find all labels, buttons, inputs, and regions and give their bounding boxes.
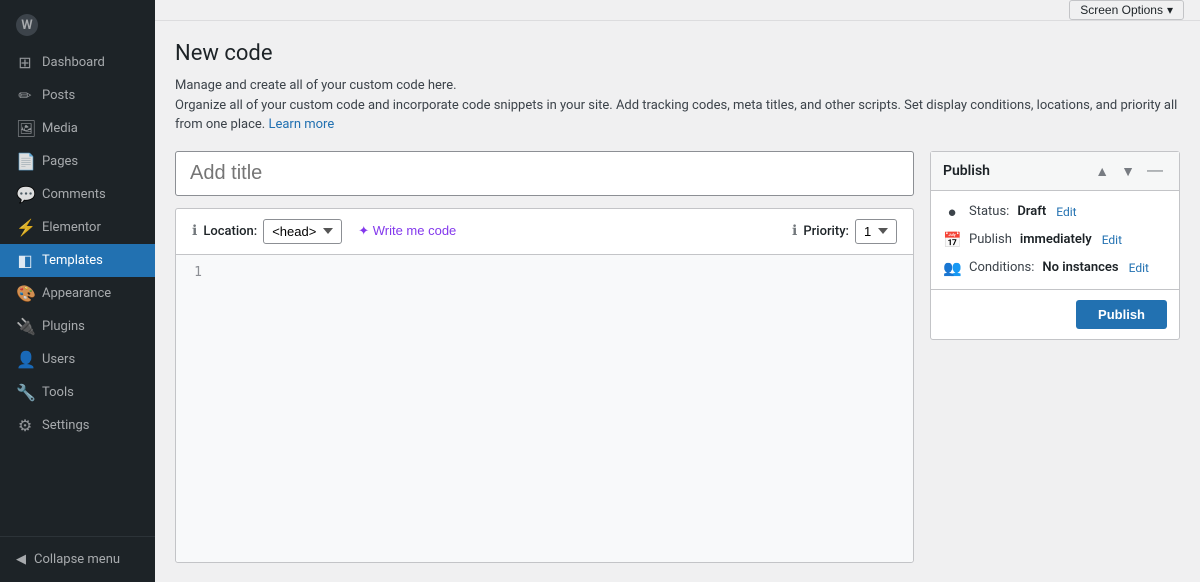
publish-collapse-down-button[interactable]: ▼ bbox=[1117, 160, 1139, 182]
media-icon: 🖼 bbox=[16, 119, 34, 138]
sidebar-nav: ⊞ Dashboard ✏ Posts 🖼 Media 📄 Pages 💬 Co… bbox=[0, 46, 155, 536]
sidebar-item-label: Plugins bbox=[42, 319, 85, 334]
publish-status-row: ● Status: Draft Edit bbox=[943, 203, 1167, 221]
sidebar-item-plugins[interactable]: 🔌 Plugins bbox=[0, 310, 155, 343]
appearance-icon: 🎨 bbox=[16, 284, 34, 303]
page-description: Manage and create all of your custom cod… bbox=[175, 76, 1180, 135]
screen-options-button[interactable]: Screen Options ▾ bbox=[1069, 0, 1184, 20]
learn-more-link[interactable]: Learn more bbox=[268, 117, 334, 132]
publish-button[interactable]: Publish bbox=[1076, 300, 1167, 329]
sidebar-item-label: Tools bbox=[42, 385, 74, 400]
plugins-icon: 🔌 bbox=[16, 317, 34, 336]
collapse-icon: ◀ bbox=[16, 552, 26, 567]
location-info-icon: ℹ bbox=[192, 223, 197, 239]
publish-time-value: immediately bbox=[1020, 232, 1092, 247]
sidebar-item-comments[interactable]: 💬 Comments bbox=[0, 178, 155, 211]
publish-header-icons: ▲ ▼ — bbox=[1091, 160, 1167, 182]
publish-footer: Publish bbox=[931, 289, 1179, 339]
sidebar-item-tools[interactable]: 🔧 Tools bbox=[0, 376, 155, 409]
screen-options-label: Screen Options bbox=[1080, 3, 1163, 17]
conditions-icon: 👥 bbox=[943, 259, 961, 277]
page-title: New code bbox=[175, 41, 1180, 66]
sidebar: W ⊞ Dashboard ✏ Posts 🖼 Media 📄 Pages 💬 … bbox=[0, 0, 155, 582]
editor-layout: ℹ Location: <head> <body> footer ✦ Write… bbox=[175, 151, 1180, 563]
sidebar-item-label: Templates bbox=[42, 253, 103, 268]
dashboard-icon: ⊞ bbox=[16, 53, 34, 72]
status-value: Draft bbox=[1017, 204, 1046, 219]
sidebar-item-appearance[interactable]: 🎨 Appearance bbox=[0, 277, 155, 310]
status-label: Status: bbox=[969, 204, 1009, 219]
location-label: Location: bbox=[203, 224, 257, 239]
templates-icon: ◧ bbox=[16, 251, 34, 270]
publish-box: Publish ▲ ▼ — ● Status: Draft bbox=[930, 151, 1180, 340]
topbar: Screen Options ▾ bbox=[155, 0, 1200, 21]
location-group: ℹ Location: <head> <body> footer bbox=[192, 219, 342, 244]
sidebar-item-label: Media bbox=[42, 121, 78, 136]
write-ai-button[interactable]: ✦ Write me code bbox=[358, 223, 456, 239]
sidebar-item-media[interactable]: 🖼 Media bbox=[0, 112, 155, 145]
publish-header: Publish ▲ ▼ — bbox=[931, 152, 1179, 191]
wordpress-icon: W bbox=[16, 14, 38, 36]
users-icon: 👤 bbox=[16, 350, 34, 369]
screen-options-arrow-icon: ▾ bbox=[1167, 3, 1173, 17]
publish-time-row: 📅 Publish immediately Edit bbox=[943, 231, 1167, 249]
sidebar-item-label: Pages bbox=[42, 154, 78, 169]
priority-group: ℹ Priority: 1 2 3 4 5 bbox=[792, 219, 897, 244]
sidebar-item-settings[interactable]: ⚙ Settings bbox=[0, 409, 155, 442]
calendar-icon: 📅 bbox=[943, 231, 961, 249]
code-editor-area: 1 bbox=[176, 255, 913, 562]
priority-info-icon: ℹ bbox=[792, 223, 797, 239]
publish-conditions-row: 👥 Conditions: No instances Edit bbox=[943, 259, 1167, 277]
publish-collapse-up-button[interactable]: ▲ bbox=[1091, 160, 1113, 182]
code-panel: ℹ Location: <head> <body> footer ✦ Write… bbox=[175, 208, 914, 563]
sidebar-item-pages[interactable]: 📄 Pages bbox=[0, 145, 155, 178]
sidebar-item-templates[interactable]: ◧ Templates bbox=[0, 244, 155, 277]
conditions-label: Conditions: bbox=[969, 260, 1034, 275]
sidebar-item-users[interactable]: 👤 Users bbox=[0, 343, 155, 376]
page-description-line2: Organize all of your custom code and inc… bbox=[175, 96, 1180, 135]
publish-sidebar: Publish ▲ ▼ — ● Status: Draft bbox=[930, 151, 1180, 340]
code-textarea[interactable] bbox=[212, 263, 905, 554]
tools-icon: 🔧 bbox=[16, 383, 34, 402]
collapse-menu-button[interactable]: ◀ Collapse menu bbox=[16, 547, 139, 572]
main-area: Screen Options ▾ New code Manage and cre… bbox=[155, 0, 1200, 582]
pages-icon: 📄 bbox=[16, 152, 34, 171]
conditions-value: No instances bbox=[1042, 260, 1118, 275]
editor-area: ℹ Location: <head> <body> footer ✦ Write… bbox=[175, 151, 914, 563]
settings-icon: ⚙ bbox=[16, 416, 34, 435]
title-input[interactable] bbox=[175, 151, 914, 196]
sidebar-bottom: ◀ Collapse menu bbox=[0, 536, 155, 582]
content-area: New code Manage and create all of your c… bbox=[155, 21, 1200, 582]
conditions-edit-link[interactable]: Edit bbox=[1129, 261, 1149, 275]
priority-select[interactable]: 1 2 3 4 5 bbox=[855, 219, 897, 244]
publish-time-label: Publish bbox=[969, 232, 1012, 247]
posts-icon: ✏ bbox=[16, 86, 34, 105]
sidebar-logo: W bbox=[0, 0, 155, 46]
collapse-label: Collapse menu bbox=[34, 552, 120, 567]
sidebar-item-label: Settings bbox=[42, 418, 89, 433]
priority-label: Priority: bbox=[803, 224, 849, 239]
sidebar-item-label: Posts bbox=[42, 88, 75, 103]
location-select[interactable]: <head> <body> footer bbox=[263, 219, 342, 244]
sidebar-item-elementor[interactable]: ⚡ Elementor bbox=[0, 211, 155, 244]
publish-close-button[interactable]: — bbox=[1143, 160, 1167, 182]
line-numbers: 1 bbox=[176, 263, 212, 554]
sidebar-item-label: Users bbox=[42, 352, 75, 367]
publish-box-title: Publish bbox=[943, 163, 990, 179]
elementor-icon: ⚡ bbox=[16, 218, 34, 237]
publish-time-edit-link[interactable]: Edit bbox=[1102, 233, 1122, 247]
publish-body: ● Status: Draft Edit 📅 Publish immediate… bbox=[931, 191, 1179, 289]
sidebar-item-dashboard[interactable]: ⊞ Dashboard bbox=[0, 46, 155, 79]
sidebar-item-label: Appearance bbox=[42, 286, 111, 301]
status-icon: ● bbox=[943, 203, 961, 221]
status-edit-link[interactable]: Edit bbox=[1056, 205, 1076, 219]
write-ai-label: ✦ Write me code bbox=[358, 223, 456, 239]
comments-icon: 💬 bbox=[16, 185, 34, 204]
sidebar-item-label: Dashboard bbox=[42, 55, 105, 70]
sidebar-item-posts[interactable]: ✏ Posts bbox=[0, 79, 155, 112]
sidebar-item-label: Comments bbox=[42, 187, 106, 202]
code-toolbar: ℹ Location: <head> <body> footer ✦ Write… bbox=[176, 209, 913, 255]
page-description-line1: Manage and create all of your custom cod… bbox=[175, 76, 1180, 96]
sidebar-item-label: Elementor bbox=[42, 220, 101, 235]
